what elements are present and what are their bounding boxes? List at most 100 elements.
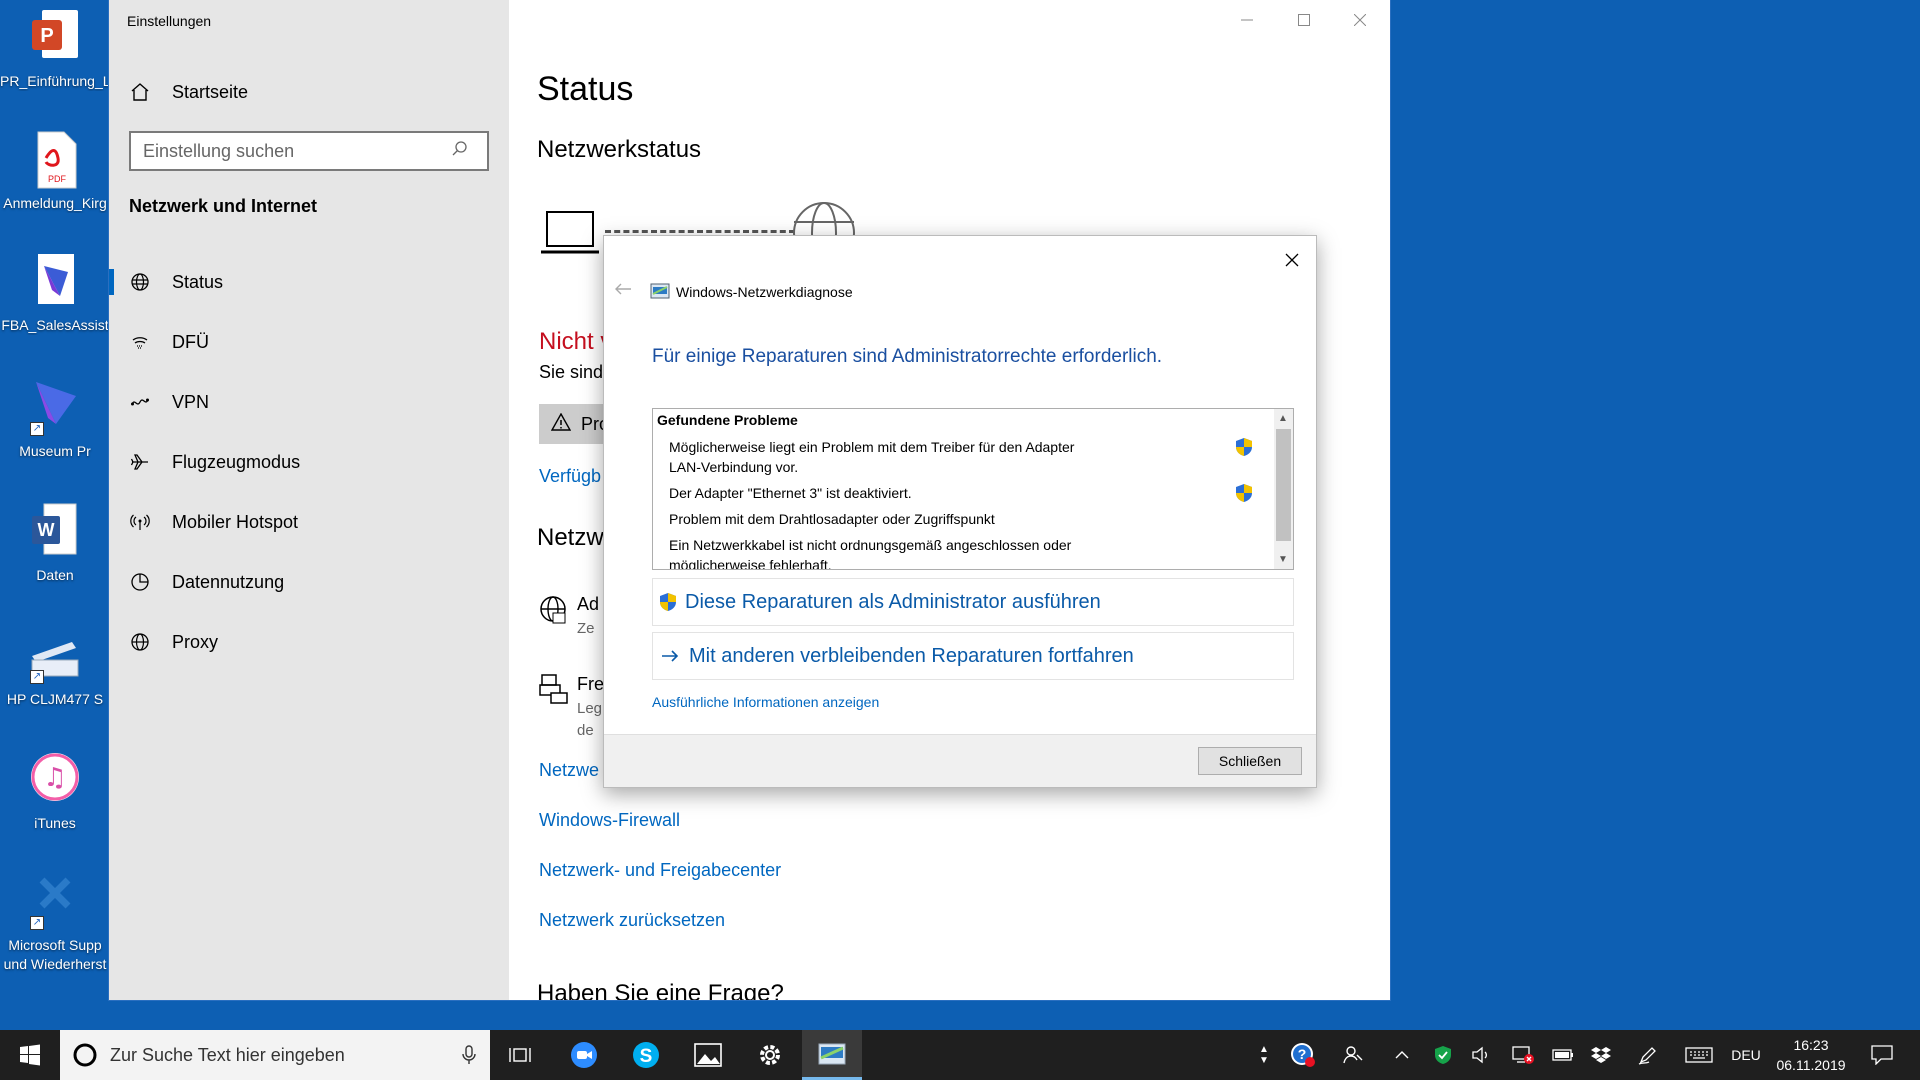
sidebar-item-vpn[interactable]: VPN — [109, 377, 509, 427]
shortcut-arrow-icon: ↗ — [30, 422, 44, 436]
tray-show-hidden[interactable] — [1390, 1030, 1414, 1080]
task-view-icon — [509, 1048, 531, 1062]
network-diagnostics-dialog: Windows-Netzwerkdiagnose Für einige Repa… — [603, 235, 1317, 788]
desktop-icon-museum[interactable]: ↗ Museum Pr — [0, 378, 110, 461]
desktop: P PR_Einführung_L PDF Anmeldung_Kirg FBA… — [0, 0, 110, 1030]
dropbox-icon — [1591, 1047, 1611, 1063]
desktop-icon-pdf[interactable]: PDF Anmeldung_Kirg — [0, 130, 110, 213]
action-center-button[interactable] — [1862, 1030, 1902, 1080]
taskbar-app-zoom[interactable] — [554, 1030, 614, 1080]
taskbar-search[interactable]: Zur Suche Text hier eingeben — [60, 1030, 490, 1080]
tray-battery[interactable] — [1548, 1030, 1578, 1080]
dialog-close-button[interactable] — [1282, 250, 1302, 270]
sharing-options-title[interactable]: Fre — [577, 674, 604, 695]
taskbar-scroll[interactable]: ▲ ▼ — [1254, 1030, 1274, 1080]
desktop-icon-fba[interactable]: FBA_SalesAssist — [0, 252, 110, 335]
search-icon[interactable] — [451, 140, 469, 163]
laptop-icon — [539, 210, 601, 261]
sidebar-item-hotspot[interactable]: Mobiler Hotspot — [109, 497, 509, 547]
problems-list[interactable]: Gefundene Probleme Möglicherweise liegt … — [652, 408, 1294, 570]
tray-help[interactable]: ? — [1284, 1030, 1322, 1080]
desktop-icon-itunes[interactable]: ♫ iTunes — [0, 750, 110, 833]
taskbar: Zur Suche Text hier eingeben S ▲ ▼ ? DEU… — [0, 1030, 1920, 1080]
tray-keyboard[interactable] — [1680, 1030, 1718, 1080]
desktop-icon-label: Anmeldung_Kirg — [3, 195, 107, 211]
scroll-down-icon[interactable]: ▼ — [1278, 554, 1288, 565]
search-input[interactable] — [131, 140, 451, 162]
status-description: Sie sind — [539, 362, 604, 382]
shortcut-arrow-icon: ↗ — [30, 916, 44, 930]
svg-text:W: W — [38, 520, 55, 540]
problem-item: Der Adapter "Ethernet 3" ist deaktiviert… — [669, 485, 912, 501]
tray-pen[interactable] — [1632, 1030, 1664, 1080]
sharing-options-icon — [539, 673, 569, 710]
network-properties-link[interactable]: Netzwe — [539, 760, 599, 781]
sidebar-item-label: Mobiler Hotspot — [172, 511, 299, 532]
taskbar-app-skype[interactable]: S — [616, 1030, 676, 1080]
continue-repairs-button[interactable]: Mit anderen verbleibenden Reparaturen fo… — [652, 632, 1294, 680]
details-link[interactable]: Ausführliche Informationen anzeigen — [652, 694, 879, 710]
windows-firewall-link[interactable]: Windows-Firewall — [539, 810, 680, 831]
run-as-admin-button[interactable]: Diese Reparaturen als Administrator ausf… — [652, 578, 1294, 626]
taskbar-app-network-diagnostics[interactable] — [802, 1030, 862, 1080]
network-reset-link[interactable]: Netzwerk zurücksetzen — [539, 910, 725, 931]
desktop-icon-label: FBA_SalesAssist — [1, 317, 109, 333]
desktop-icon-word[interactable]: W Daten — [0, 502, 110, 585]
volume-icon — [1472, 1046, 1487, 1064]
sidebar-item-data-usage[interactable]: Datennutzung — [109, 557, 509, 607]
taskbar-app-settings[interactable] — [740, 1030, 800, 1080]
scroll-down-icon[interactable]: ▼ — [1259, 1055, 1269, 1066]
close-button[interactable]: Schließen — [1198, 747, 1302, 775]
tray-dropbox[interactable] — [1586, 1030, 1616, 1080]
problems-scrollbar[interactable]: ▲ ▼ — [1274, 409, 1293, 569]
sidebar-item-status[interactable]: Status — [109, 257, 509, 307]
app-shortcut-icon: ↗ — [28, 378, 82, 438]
touch-keyboard-icon — [1685, 1047, 1713, 1063]
tray-people[interactable] — [1336, 1030, 1370, 1080]
app-icon — [28, 252, 82, 312]
continue-repairs-label: Mit anderen verbleibenden Reparaturen fo… — [689, 644, 1134, 667]
sidebar-item-dfu[interactable]: DFÜ — [109, 317, 509, 367]
scroll-up-icon[interactable]: ▲ — [1259, 1044, 1269, 1055]
tray-clock[interactable]: 16:23 06.11.2019 — [1768, 1030, 1854, 1080]
desktop-icon-support[interactable]: ↗ Microsoft Supp und Wiederherst — [0, 872, 110, 974]
sidebar-item-airplane[interactable]: Flugzeugmodus — [109, 437, 509, 487]
adapter-options-desc: Ze — [577, 620, 595, 637]
desktop-icon-label: Microsoft Supp und Wiederherst — [3, 937, 107, 972]
tray-volume[interactable] — [1466, 1030, 1496, 1080]
sidebar-item-label: Status — [172, 271, 224, 292]
available-networks-link[interactable]: Verfügb — [539, 466, 601, 487]
taskbar-app-photos[interactable] — [678, 1030, 738, 1080]
svg-text:P: P — [40, 25, 53, 47]
support-tool-icon: ↗ — [28, 872, 82, 932]
itunes-icon: ♫ — [28, 750, 82, 810]
desktop-icon-label: PR_Einführung_L — [0, 73, 110, 89]
adapter-options-title[interactable]: Ad — [577, 594, 599, 615]
sidebar-item-home[interactable]: Startseite — [109, 67, 509, 117]
connection-line — [605, 230, 795, 233]
back-button[interactable] — [614, 282, 632, 301]
sidebar-item-proxy[interactable]: Proxy — [109, 617, 509, 667]
dialup-icon — [128, 330, 152, 354]
battery-icon — [1552, 1049, 1573, 1061]
sidebar-item-label: DFÜ — [172, 331, 209, 352]
tray-security[interactable] — [1428, 1030, 1458, 1080]
scanner-icon: ↗ — [28, 626, 82, 686]
settings-search[interactable] — [129, 131, 489, 171]
microphone-icon[interactable] — [462, 1045, 476, 1065]
powerpoint-icon: P — [28, 8, 82, 68]
start-button[interactable] — [0, 1030, 60, 1080]
desktop-icon-scanner[interactable]: ↗ HP CLJM477 S — [0, 626, 110, 709]
tray-network[interactable] — [1506, 1030, 1540, 1080]
task-view-button[interactable] — [490, 1030, 550, 1080]
scroll-up-icon[interactable]: ▲ — [1278, 413, 1288, 424]
chevron-up-icon — [1395, 1051, 1409, 1059]
vpn-icon — [128, 390, 152, 414]
tray-language[interactable]: DEU — [1726, 1030, 1766, 1080]
desktop-icon-powerpoint[interactable]: P PR_Einführung_L — [0, 8, 110, 91]
desktop-icon-label: Daten — [36, 567, 74, 583]
problems-header: Gefundene Probleme — [657, 412, 798, 428]
scrollbar-thumb[interactable] — [1276, 429, 1291, 541]
sidebar-item-label: Startseite — [172, 81, 249, 102]
network-sharing-center-link[interactable]: Netzwerk- und Freigabecenter — [539, 860, 781, 881]
